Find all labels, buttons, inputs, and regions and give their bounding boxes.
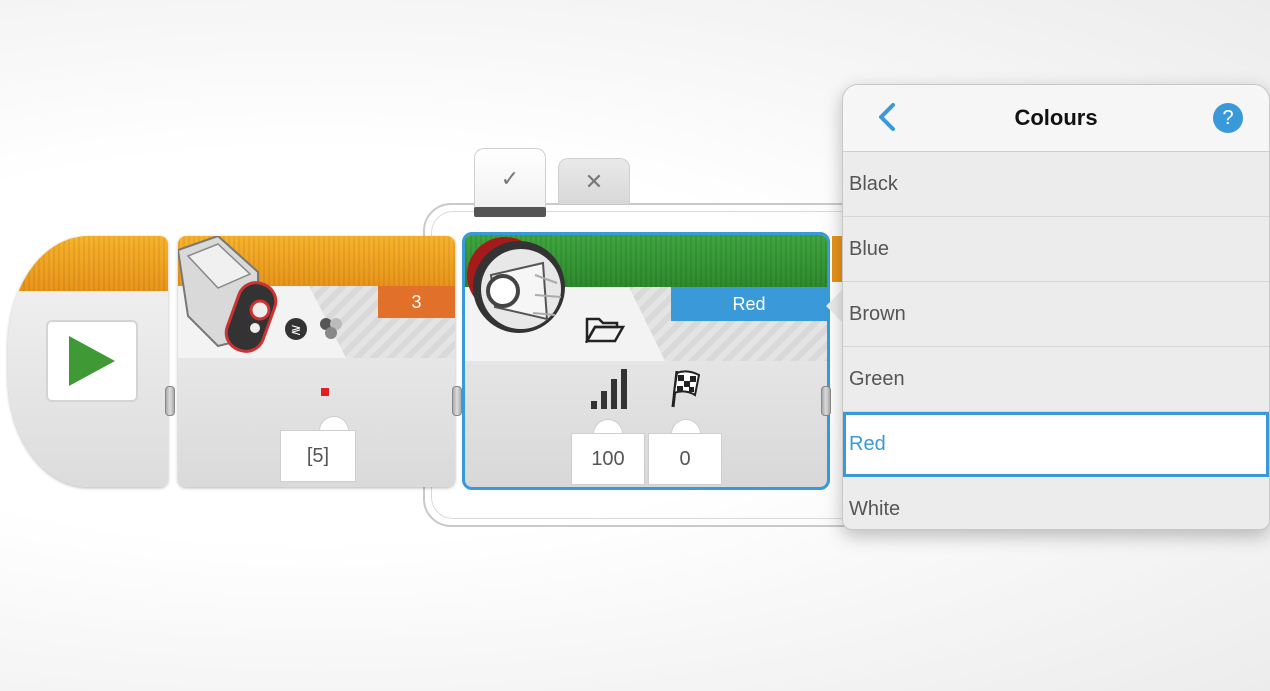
colour-option-green[interactable]: Green [843,347,1269,412]
folder-icon [585,317,625,343]
speaker-icon [467,237,565,333]
play-triangle-icon [69,336,115,386]
colours-panel: Colours ? Black Blue Brown Green Red Whi… [842,84,1270,530]
next-block-edge [832,236,842,282]
colour-option-blue[interactable]: Blue [843,217,1269,282]
colour-option-red[interactable]: Red [843,412,1269,477]
volume-input[interactable]: 100 [571,433,645,485]
panel-title: Colours [1014,105,1098,130]
sound-file-label: Red [732,293,766,314]
option-label: White [849,497,901,520]
case-tab-true[interactable]: ✓ [474,148,546,208]
port-badge[interactable]: 3 [378,286,455,318]
colour-option-black[interactable]: Black [843,152,1269,217]
color-set-value: [5] [306,444,330,467]
color-mode-icon: ≷ [285,318,342,340]
start-block[interactable] [8,236,168,487]
color-sensor-block[interactable]: 3 ≷ [5] [178,236,455,487]
x-icon: ✕ [584,168,604,194]
active-case-indicator [474,207,546,217]
svg-text:≷: ≷ [291,323,302,338]
sound-file-badge[interactable]: Red [671,287,827,321]
panel-header: Colours ? [843,85,1269,152]
help-icon: ? [1222,106,1234,129]
popover-pointer [826,290,842,322]
volume-value: 100 [591,447,625,470]
colour-option-brown[interactable]: Brown [843,282,1269,347]
option-label: Blue [849,237,890,260]
option-label: Brown [849,302,906,325]
play-type-value: 0 [679,447,691,470]
sound-block[interactable]: Red 100 0 [462,232,830,490]
option-label: Black [849,172,898,195]
volume-icon [591,369,627,409]
option-label: Green [849,367,905,390]
port-number: 3 [411,291,422,312]
play-button[interactable] [46,320,138,402]
color-sensor-icon [178,236,278,353]
start-block-header [8,236,168,291]
case-tab-false[interactable]: ✕ [558,158,630,204]
sequence-connector-2[interactable] [452,386,462,416]
color-indicator [321,388,329,396]
checkered-flag-icon [671,370,701,408]
colour-option-white[interactable]: White [843,477,1269,529]
sequence-connector[interactable] [165,386,175,416]
play-type-input[interactable]: 0 [648,433,722,485]
option-label: Red [849,433,886,455]
checkmark-icon: ✓ [500,165,520,191]
help-button[interactable]: ? [1213,103,1243,133]
sequence-connector-3[interactable] [821,386,831,416]
color-set-input[interactable]: [5] [280,430,356,482]
